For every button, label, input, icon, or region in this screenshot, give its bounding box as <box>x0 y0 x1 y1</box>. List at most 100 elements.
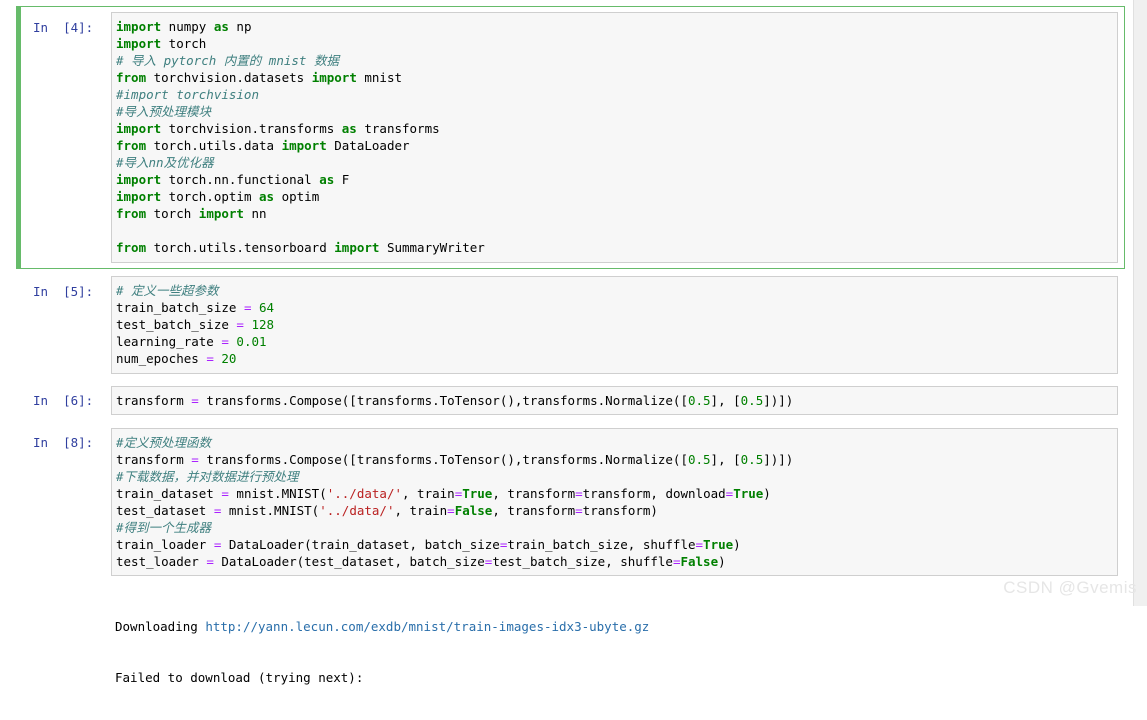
code-token: transform) <box>582 503 658 518</box>
code-token: np <box>228 19 252 34</box>
code-token: from <box>116 70 147 85</box>
code-token: train_batch_size <box>116 300 244 315</box>
code-token: SummaryWriter <box>379 240 485 255</box>
code-token: ])]) <box>763 393 794 408</box>
code-token: mnist.MNIST( <box>221 503 320 518</box>
code-token: train_batch_size, shuffle <box>507 537 696 552</box>
code-editor[interactable]: #定义预处理函数 transform = transforms.Compose([… <box>111 428 1118 576</box>
code-token: torch <box>146 206 199 221</box>
code-line: from torchvision.datasets import mnist <box>116 69 1113 86</box>
code-token: # 导入 pytorch 内置的 mnist 数据 <box>116 53 339 68</box>
code-token: torch.optim <box>161 189 259 204</box>
code-token: train_loader <box>116 537 214 552</box>
code-token: #import torchvision <box>116 87 259 102</box>
code-token: import <box>311 70 357 85</box>
code-token: = <box>221 486 229 501</box>
code-token: #导入nn及优化器 <box>116 155 214 170</box>
cell-prompt: In [8]: <box>33 435 94 450</box>
code-token: # 定义一些超参数 <box>116 283 219 298</box>
code-token: import <box>116 172 162 187</box>
code-token: numpy <box>161 19 214 34</box>
code-editor[interactable]: import numpy as np import torch # 导入 pytor… <box>111 12 1118 263</box>
code-token: ], [ <box>710 452 741 467</box>
code-token: #下载数据，并对数据进行预处理 <box>116 469 299 484</box>
code-token: from <box>116 240 147 255</box>
code-token: #导入预处理模块 <box>116 104 212 119</box>
code-token: , train <box>402 486 455 501</box>
vertical-scrollbar[interactable] <box>1133 0 1147 606</box>
code-token: optim <box>274 189 320 204</box>
code-line: #导入nn及优化器 <box>116 154 1113 171</box>
code-line: import torchvision.transforms as transfo… <box>116 120 1113 137</box>
code-token: test_dataset <box>116 503 214 518</box>
code-token: 0.01 <box>236 334 267 349</box>
code-token: = <box>575 486 583 501</box>
code-token: import <box>116 19 162 34</box>
code-token: ])]) <box>763 452 794 467</box>
code-line: from torch import nn <box>116 205 1113 222</box>
code-line: test_dataset = mnist.MNIST('../data/', t… <box>116 502 1113 519</box>
code-token: torch.utils.tensorboard <box>146 240 335 255</box>
code-token: test_batch_size, shuffle <box>492 554 673 569</box>
code-token: , train <box>394 503 448 518</box>
code-token: = <box>206 351 214 366</box>
code-token: #得到一个生成器 <box>116 520 212 535</box>
code-token: '../data/' <box>319 503 395 518</box>
code-token: True <box>703 537 734 552</box>
code-token: nn <box>243 206 267 221</box>
watermark: CSDN @Gvemis <box>1003 578 1137 597</box>
code-line: import torch.optim as optim <box>116 188 1113 205</box>
code-token: 64 <box>259 300 275 315</box>
code-line: num_epoches = 20 <box>116 350 1113 367</box>
code-token: as <box>341 121 357 136</box>
code-token: ) <box>763 486 771 501</box>
code-token: 0.5 <box>740 452 764 467</box>
code-token: from <box>116 138 147 153</box>
code-token: test_loader <box>116 554 207 569</box>
code-token: as <box>259 189 275 204</box>
code-token: transforms.Compose([transforms.ToTensor(… <box>198 393 688 408</box>
code-line: #下载数据，并对数据进行预处理 <box>116 468 1113 485</box>
code-editor[interactable]: transform = transforms.Compose([transfor… <box>111 386 1118 415</box>
code-token: = <box>206 554 214 569</box>
code-token: = <box>221 334 229 349</box>
code-token: import <box>116 189 162 204</box>
code-line: #import torchvision <box>116 86 1113 103</box>
code-line: import torch <box>116 35 1113 52</box>
code-token: torch.utils.data <box>146 138 282 153</box>
code-token: mnist <box>356 70 402 85</box>
code-line: from torch.utils.tensorboard import Summ… <box>116 239 1113 256</box>
code-line: train_dataset = mnist.MNIST('../data/', … <box>116 485 1113 502</box>
download-link[interactable]: http://yann.lecun.com/exdb/mnist/train-i… <box>205 619 649 634</box>
code-line: learning_rate = 0.01 <box>116 333 1113 350</box>
code-token: from <box>116 206 147 221</box>
code-token: import <box>281 138 327 153</box>
code-token: = <box>191 452 199 467</box>
code-token: mnist.MNIST( <box>228 486 327 501</box>
code-line: # 定义一些超参数 <box>116 282 1113 299</box>
output-text: Downloading <box>115 619 206 634</box>
code-token: import <box>116 36 162 51</box>
code-line: # 导入 pytorch 内置的 mnist 数据 <box>116 52 1113 69</box>
code-token: 128 <box>251 317 275 332</box>
code-line: #定义预处理函数 <box>116 434 1113 451</box>
code-token: ], [ <box>710 393 741 408</box>
code-token: , transform <box>492 486 576 501</box>
code-token: False <box>454 503 493 518</box>
code-token: F <box>334 172 350 187</box>
cell-prompt: In [6]: <box>33 393 94 408</box>
code-line: test_loader = DataLoader(test_dataset, b… <box>116 553 1113 570</box>
code-editor[interactable]: # 定义一些超参数 train_batch_size = 64 test_batch… <box>111 276 1118 374</box>
code-token: = <box>191 393 199 408</box>
code-token: DataLoader(train_dataset, batch_size <box>221 537 500 552</box>
code-token: = <box>447 503 455 518</box>
code-line: from torch.utils.data import DataLoader <box>116 137 1113 154</box>
code-token: train_dataset <box>116 486 222 501</box>
code-token: import <box>198 206 244 221</box>
code-line: test_batch_size = 128 <box>116 316 1113 333</box>
code-token: 0.5 <box>740 393 764 408</box>
code-token: transform <box>116 393 192 408</box>
code-token: import <box>334 240 380 255</box>
